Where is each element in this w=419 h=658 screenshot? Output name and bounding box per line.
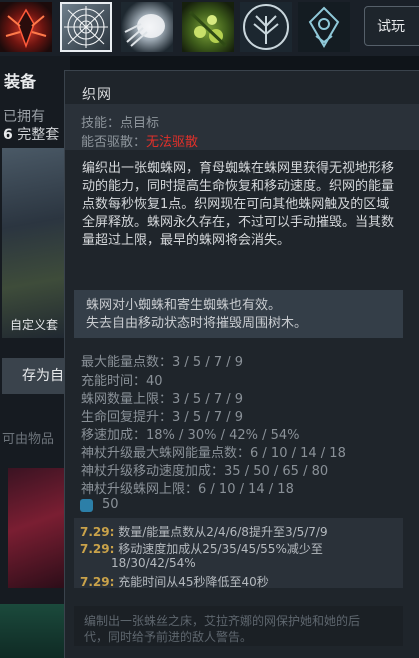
stat-row: 神杖升级移动速度加成：35 / 50 / 65 / 80 [81, 460, 328, 479]
equipment-heading: 装备 [4, 72, 37, 91]
patch-text: 充能时间从45秒降低至40秒 [118, 575, 269, 589]
complete-text: 完整套 [17, 127, 60, 143]
stat-label: 充能时间： [81, 374, 147, 389]
ability-description: 编织出一张蜘蛛网，育母蜘蛛在蛛网里获得无视地形移动的能力，同时提高生命恢复和移动… [82, 161, 395, 248]
save-button[interactable]: 存为自 [2, 358, 68, 394]
stat-label: 最大能量点数： [81, 355, 173, 370]
stat-value: 3 / 5 / 7 / 9 [172, 410, 244, 425]
ability-type-label: 技能： [81, 116, 121, 131]
patch-version: 7.29: [80, 575, 115, 589]
stat-value: 40 [146, 374, 163, 389]
patch-note: 7.29: 充能时间从45秒降低至40秒 [80, 573, 269, 590]
patch-text: 移动速度加成从25/35/45/55%减少至 [118, 542, 323, 556]
owned-label: 已拥有 [3, 109, 45, 125]
dispel-info: 能否驱散：无法驱散 [81, 131, 198, 150]
white-wisp-icon[interactable] [121, 2, 173, 52]
stat-row: 生命回复提升：3 / 5 / 7 / 9 [81, 406, 243, 425]
stat-label: 蛛网数量上限： [81, 392, 173, 407]
talent-tree-icon[interactable] [298, 2, 350, 52]
stat-value: 35 / 50 / 65 / 80 [224, 464, 329, 479]
stat-value: 18% / 30% / 42% / 54% [146, 428, 300, 443]
patch-text: 18/30/42/54% [111, 556, 196, 570]
note-item: 蛛网对小蜘蛛和寄生蜘蛛也有效。 [86, 298, 282, 313]
patch-note: 7.29: 移动速度加成从25/35/45/55%减少至 [80, 540, 323, 557]
tree-icon[interactable] [240, 2, 292, 52]
stat-value: 6 / 10 / 14 / 18 [250, 446, 346, 461]
stat-row: 神杖升级蛛网上限：6 / 10 / 14 / 18 [81, 478, 294, 497]
complete-set-label: 6 完整套 [3, 124, 59, 144]
mana-cost-value: 50 [102, 497, 119, 512]
mana-icon [80, 499, 93, 512]
tryout-button[interactable]: 试玩 [364, 6, 419, 46]
ability-type: 技能：点目标 [81, 112, 159, 131]
stat-row: 充能时间：40 [81, 370, 163, 389]
stat-row: 神杖升级最大蛛网能量点数：6 / 10 / 14 / 18 [81, 442, 346, 461]
stat-label: 神杖升级最大蛛网能量点数： [81, 446, 251, 461]
from-items-label: 可由物品 [2, 432, 55, 447]
hero-set-art[interactable] [2, 148, 68, 338]
patch-note: 7.29: 数量/能量点数从2/4/6/8提升至3/5/7/9 [80, 523, 328, 540]
stat-row: 移速加成：18% / 30% / 42% / 54% [81, 424, 300, 443]
ability-type-value: 点目标 [120, 116, 160, 131]
spider-web-icon[interactable] [60, 2, 112, 52]
green-eggs-icon[interactable] [182, 2, 234, 52]
complete-count: 6 [3, 127, 13, 143]
stat-value: 3 / 5 / 7 / 9 [172, 355, 244, 370]
custom-set-label: 自定义套 [10, 318, 59, 332]
note-item: 失去自由移动状态时将摧毁周围树木。 [86, 316, 308, 331]
ability-bar: 试玩 [0, 0, 419, 56]
lore-line: 代，同时给予前进的敌人警告。 [84, 630, 253, 644]
stat-label: 生命回复提升： [81, 410, 173, 425]
stat-value: 3 / 5 / 7 / 9 [172, 392, 244, 407]
lore-line: 编制出一张蛛丝之床，艾拉齐娜的网保护她和她的后 [84, 614, 361, 628]
dispel-label: 能否驱散： [81, 135, 147, 150]
stat-value: 6 / 10 / 14 / 18 [198, 482, 294, 497]
spider-queen-icon[interactable] [0, 2, 52, 52]
stat-label: 神杖升级移动速度加成： [81, 464, 225, 479]
patch-note-cont: 18/30/42/54% [111, 556, 196, 570]
item-art[interactable] [8, 468, 70, 588]
patch-version: 7.29: [80, 525, 115, 539]
item-art-bottom[interactable] [0, 604, 70, 658]
patch-text: 数量/能量点数从2/4/6/8提升至3/5/7/9 [118, 525, 328, 539]
patch-version: 7.29: [80, 542, 115, 556]
tooltip-title: 织网 [82, 87, 112, 103]
stat-label: 神杖升级蛛网上限： [81, 482, 199, 497]
stat-label: 移速加成： [81, 428, 147, 443]
stat-row: 最大能量点数：3 / 5 / 7 / 9 [81, 351, 243, 370]
dispel-value: 无法驱散 [146, 135, 199, 150]
stat-row: 蛛网数量上限：3 / 5 / 7 / 9 [81, 388, 243, 407]
